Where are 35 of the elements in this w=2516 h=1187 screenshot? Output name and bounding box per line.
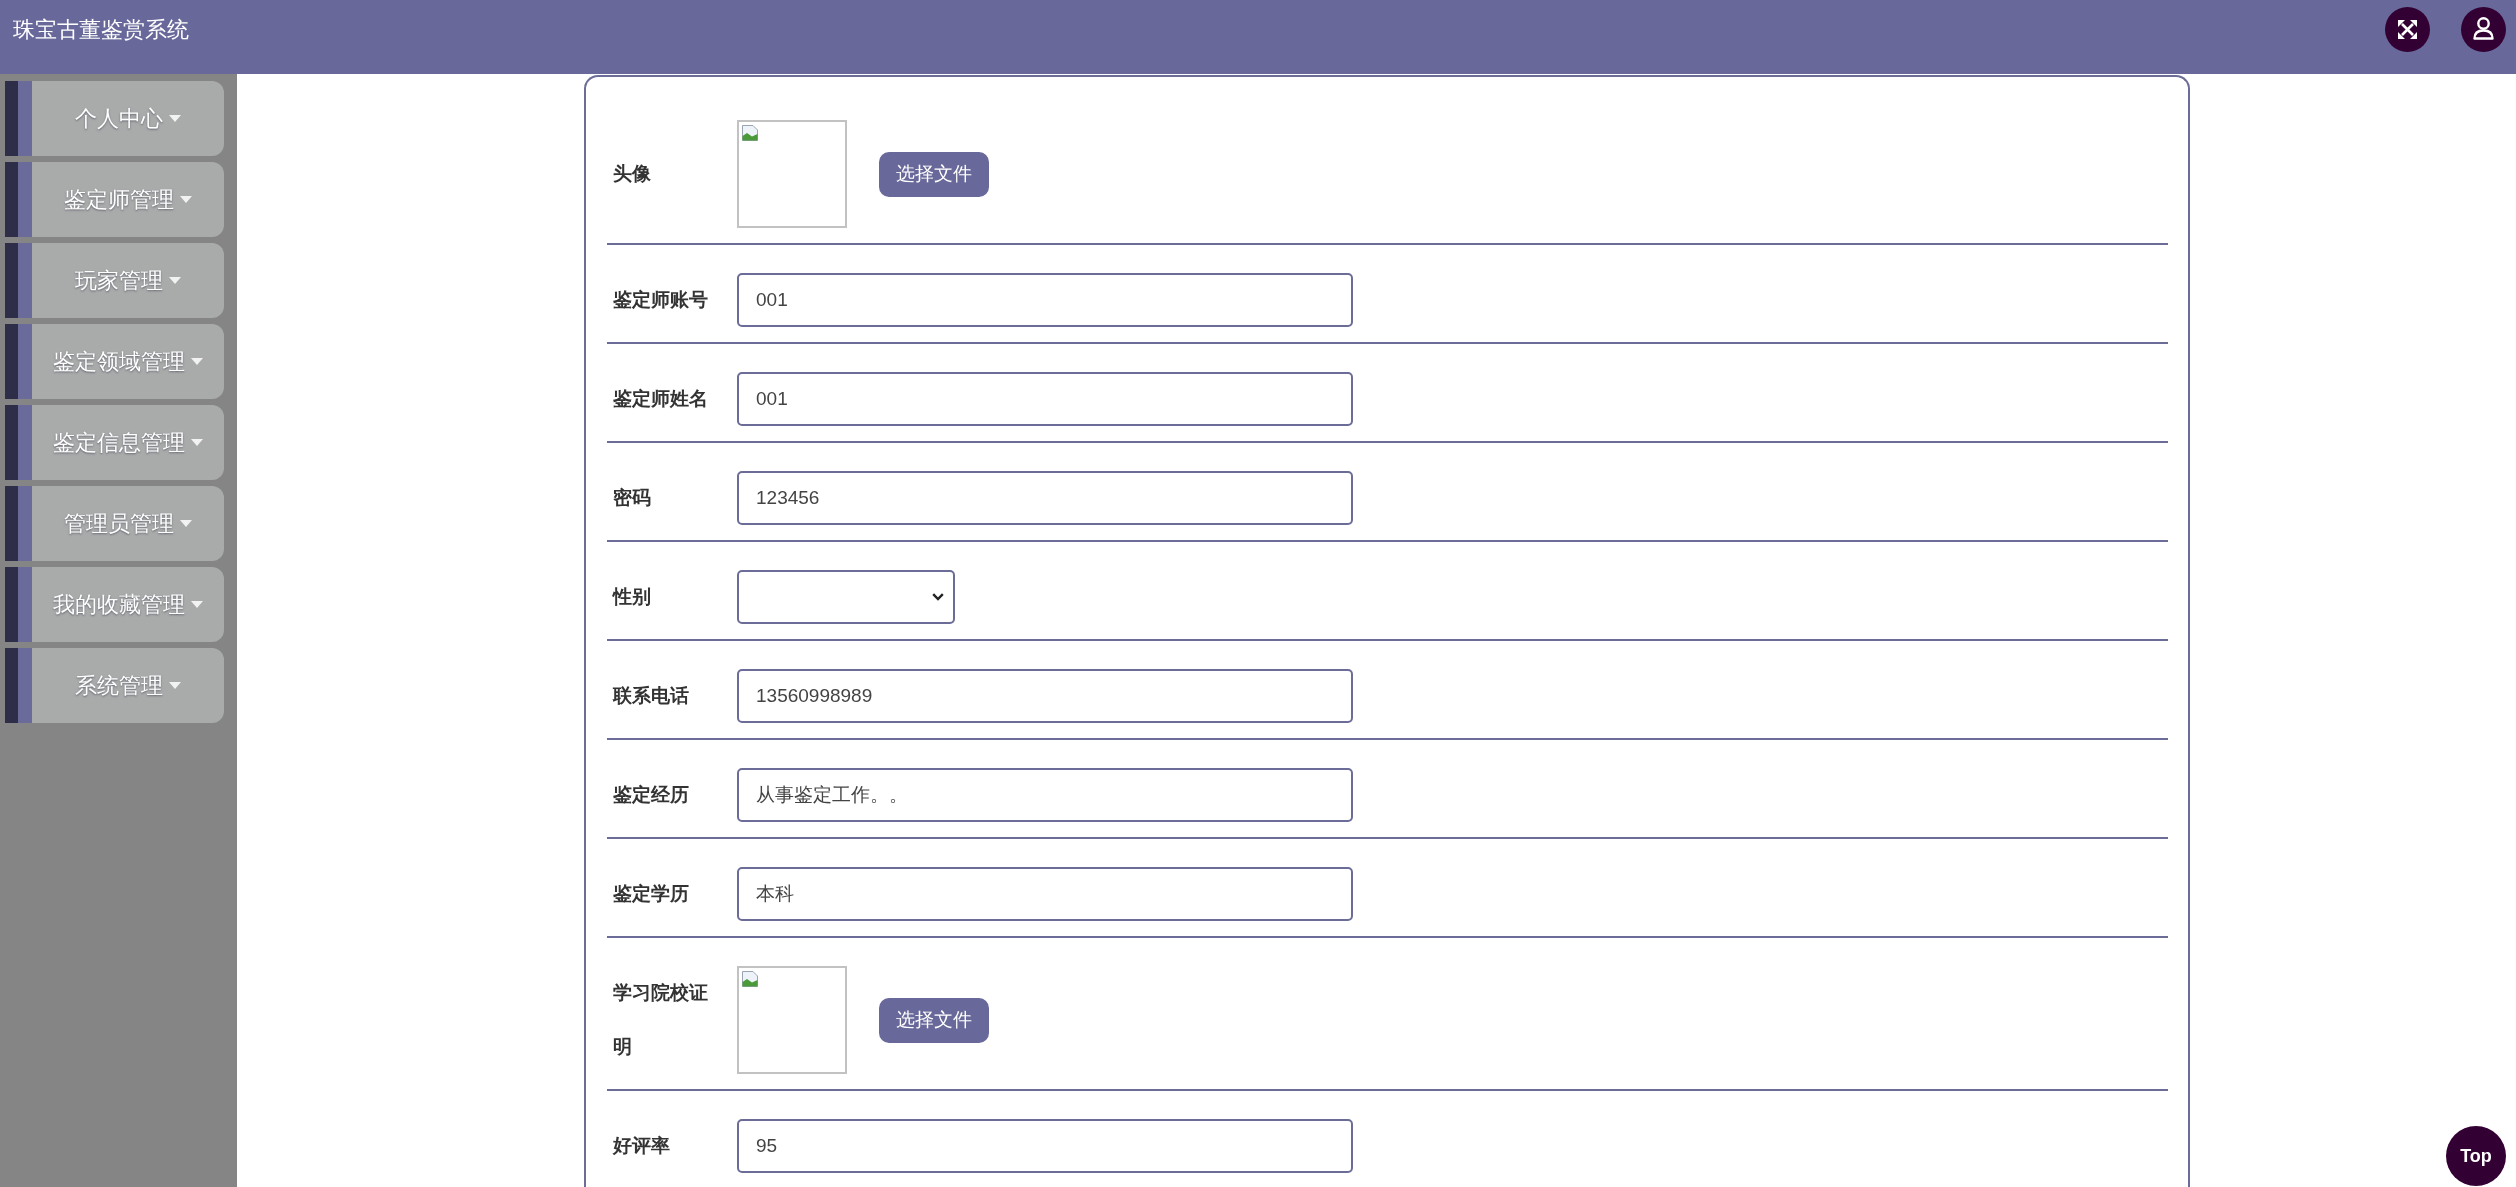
broken-image-icon bbox=[742, 125, 758, 141]
broken-image-icon bbox=[742, 971, 758, 987]
caret-down-icon bbox=[169, 277, 181, 284]
caret-down-icon bbox=[191, 439, 203, 446]
field-label: 联系电话 bbox=[613, 684, 690, 708]
caret-down-icon bbox=[180, 520, 192, 527]
text-input-field[interactable]: 本科 bbox=[737, 867, 1353, 921]
choose-file-button[interactable]: 选择文件 bbox=[879, 997, 989, 1043]
user-icon[interactable] bbox=[2461, 7, 2506, 52]
dropdown-field[interactable] bbox=[737, 570, 955, 624]
text-input-field[interactable]: 001 bbox=[737, 273, 1353, 327]
back-to-top-button[interactable]: Top bbox=[2446, 1126, 2506, 1186]
field-label: 鉴定经历 bbox=[613, 783, 690, 807]
field-label: 鉴定学历 bbox=[613, 882, 690, 906]
text-input-field[interactable]: 001 bbox=[737, 372, 1353, 426]
field-label: 性别 bbox=[613, 585, 652, 609]
field-label: 密码 bbox=[613, 486, 652, 510]
choose-file-button[interactable]: 选择文件 bbox=[879, 151, 989, 197]
text-input-field[interactable]: 从事鉴定工作。。 bbox=[737, 768, 1353, 822]
caret-down-icon bbox=[180, 196, 192, 203]
field-label: 学习院校证明 bbox=[613, 981, 709, 1059]
field-label: 鉴定师姓名 bbox=[613, 387, 709, 411]
caret-down-icon bbox=[169, 682, 181, 689]
text-input-field[interactable]: 95 bbox=[737, 1119, 1353, 1173]
chevron-down-icon bbox=[932, 593, 944, 601]
text-input-field[interactable]: 13560998989 bbox=[737, 669, 1353, 723]
field-label: 好评率 bbox=[613, 1134, 671, 1158]
field-label: 鉴定师账号 bbox=[613, 288, 709, 312]
app-title: 珠宝古董鉴赏系统 bbox=[13, 17, 189, 43]
text-input-field[interactable]: 123456 bbox=[737, 471, 1353, 525]
fullscreen-icon[interactable] bbox=[2385, 7, 2430, 52]
caret-down-icon bbox=[191, 358, 203, 365]
caret-down-icon bbox=[169, 115, 181, 122]
field-label: 头像 bbox=[613, 162, 652, 186]
caret-down-icon bbox=[191, 601, 203, 608]
